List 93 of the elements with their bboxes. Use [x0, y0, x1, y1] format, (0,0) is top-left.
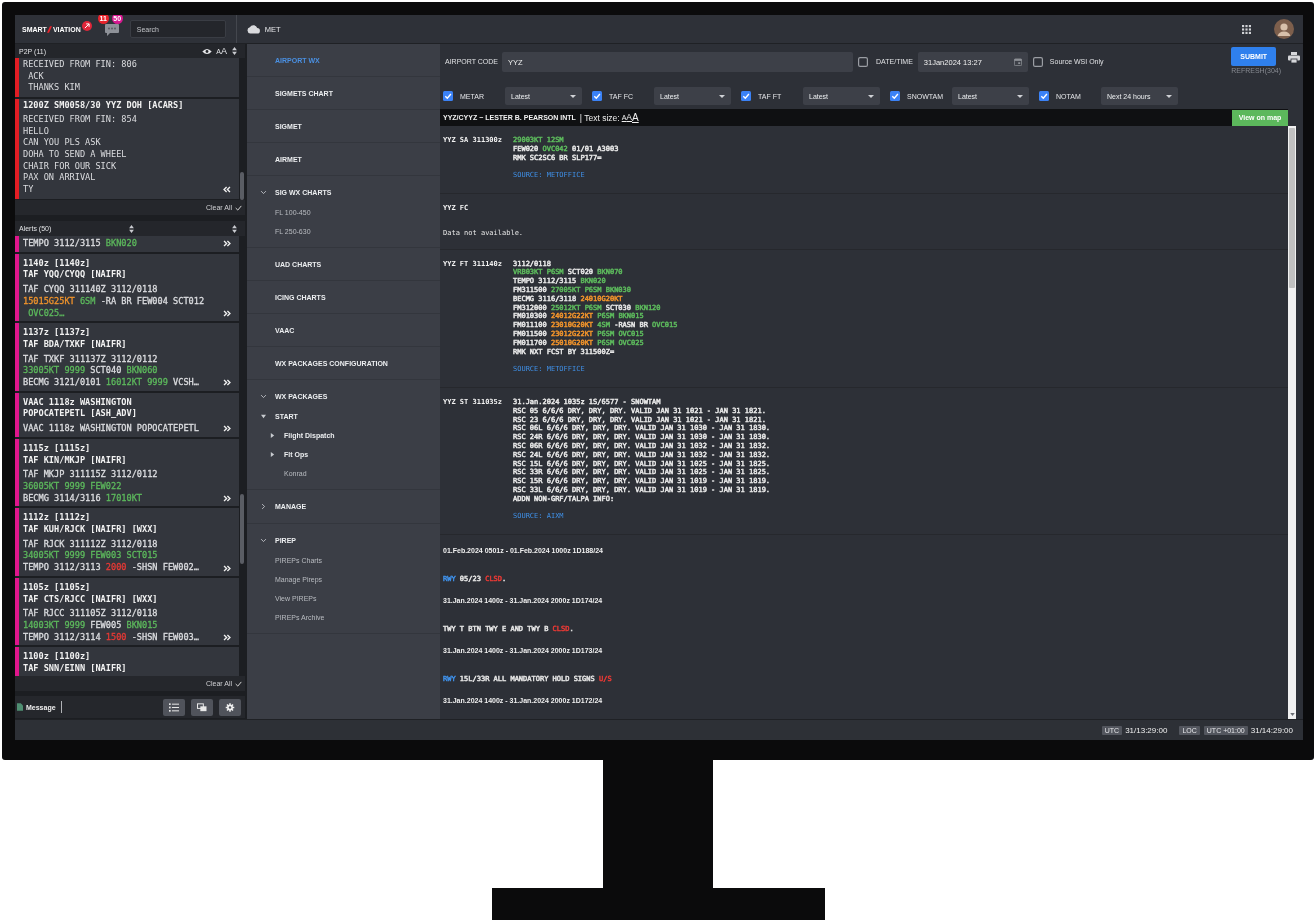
checkbox[interactable] [443, 91, 453, 101]
alert-text: TAF RJCK 311112Z 3112/0118 [23, 538, 159, 551]
message-line: THANKS KIM [27, 82, 81, 95]
avatar-icon[interactable] [1274, 19, 1294, 39]
alert-heading: 1100z [1100z] [23, 651, 92, 664]
double-chevron-right-icon[interactable] [223, 634, 231, 642]
text-size-option[interactable]: A [626, 113, 632, 122]
message-line: ACK [27, 70, 45, 83]
logo-badge-icon [81, 20, 92, 31]
alert-text: 36005KT 9999 FEW022 [23, 480, 123, 493]
alert-text: TEMPO 3112/3115 BKN020 [23, 238, 137, 250]
alert-text: TAF CYQQ 311140Z 3112/0118 [23, 284, 159, 296]
alert-heading: TAF SNN/EINN [NAIFR] [23, 663, 128, 675]
sort-icon[interactable] [232, 47, 237, 55]
stacked-windows-icon [197, 702, 207, 712]
message-line: TY [23, 184, 34, 196]
calendar-icon[interactable] [1013, 58, 1022, 66]
local-time: 31/14:29:00 [1250, 725, 1293, 735]
alert-text: TEMPO 3112/3113 2000 -SHSN FEW002… [23, 562, 199, 574]
alert-text: TEMPO 3112/3114 1500 -SHSN FEW003… [23, 631, 199, 644]
message-line: CHAIR FOR OUR SICK [23, 160, 118, 173]
double-chevron-right-icon[interactable] [223, 564, 231, 572]
checkbox[interactable] [592, 91, 602, 101]
alert-heading: TAF KIN/MKJP [NAIFR] [23, 454, 128, 467]
settings-button[interactable] [219, 698, 241, 716]
alert-heading: VAAC 1118z WASHINGTON [23, 396, 133, 409]
alert-text: 34005KT 9999 FEW003 SCT015 [23, 550, 159, 563]
apps-grid-icon[interactable] [1242, 24, 1251, 34]
list-icon [169, 702, 179, 712]
double-chevron-right-icon[interactable] [223, 495, 231, 502]
alert-heading: TAF BDA/TXKF [NAIFR] [23, 338, 128, 351]
utc-time: 31/13:29:00 [1125, 725, 1168, 735]
document-icon [17, 703, 23, 711]
scrollbar-thumb[interactable] [240, 494, 244, 564]
alert-text: BECMG 3121/0101 16012KT 9999 VCSH… [23, 377, 199, 389]
alert-text: TAF MKJP 311115Z 3112/0112 [23, 469, 159, 481]
scrollbar-thumb[interactable] [240, 172, 244, 200]
alert-heading: TAF CTS/RJCC [NAIFR] [WXX] [23, 593, 159, 606]
print-icon[interactable] [1288, 52, 1300, 63]
check-icon [235, 204, 242, 211]
message-line: RECEIVED FROM FIN: 806 [23, 59, 138, 71]
alert-heading: 1137z [1137z] [23, 327, 92, 339]
alert-heading: TAF YQQ/CYQQ [NAIFR] [23, 269, 128, 282]
alert-heading: TAF KUH/RJCK [NAIFR] [WXX] [23, 524, 159, 536]
double-chevron-right-icon[interactable] [223, 425, 231, 433]
caret-down-icon [570, 94, 576, 98]
caret-down-icon [719, 94, 725, 98]
checkbox[interactable] [741, 91, 751, 101]
alert-text: 14003KT 9999 FEW005 BKN015 [23, 620, 159, 632]
scrollbar-thumb[interactable] [1289, 128, 1295, 288]
message-line: CAN YOU PLS ASK [23, 137, 102, 149]
list-button[interactable] [163, 698, 185, 716]
checkbox[interactable] [890, 91, 900, 101]
double-chevron-right-icon[interactable] [223, 309, 231, 317]
alert-text: 15015G25KT 6SM -RA BR FEW004 SCT012 [23, 295, 206, 308]
message-line: RECEIVED FROM FIN: 854 [23, 113, 138, 126]
alert-heading: 1140z [1140z] [23, 257, 92, 270]
checkbox[interactable] [1039, 91, 1049, 101]
alert-heading: 1112z [1112z] [23, 512, 92, 525]
caret-down-icon [868, 94, 874, 98]
alert-text: 33005KT 9999 SCT040 BKN060 [23, 365, 159, 378]
sort-icon[interactable] [129, 224, 135, 233]
caret-down-icon [1017, 94, 1023, 98]
checkbox[interactable] [858, 57, 869, 67]
double-chevron-right-icon[interactable] [223, 379, 231, 387]
scroll-down-icon[interactable] [1289, 713, 1295, 716]
double-chevron-left-icon[interactable] [223, 186, 231, 194]
alert-text: TAF TXKF 311137Z 3112/0112 [23, 353, 159, 366]
settings-icon [225, 702, 235, 712]
message-line: PAX ON ARRIVAL [23, 172, 97, 185]
cloud-icon [246, 24, 260, 34]
caret-down-icon [1166, 94, 1172, 98]
message-line: HELLO [23, 125, 50, 138]
logo-mark-icon [47, 25, 53, 33]
alert-heading: 1115z [1115z] [23, 442, 92, 455]
alert-heading: POPOCATEPETL [ASH_ADV] [23, 408, 138, 421]
alert-text: BECMG 3114/3116 17010KT [23, 492, 142, 505]
check-icon [235, 680, 242, 687]
message-heading: 1200Z SM0058/30 YYZ DOH [ACARS] [23, 100, 185, 112]
alert-text: VAAC 1118z WASHINGTON POPOCATEPETL [23, 423, 199, 435]
eye-icon[interactable] [202, 47, 213, 55]
alert-text: OVC025… [27, 307, 65, 320]
message-line: DOHA TO SEND A WHEEL [23, 148, 128, 161]
alert-text: TAF RJCC 311105Z 3112/0118 [23, 608, 159, 620]
double-chevron-right-icon[interactable] [223, 240, 231, 248]
chat-icon[interactable] [104, 24, 119, 36]
text-size-label: | Text size: [579, 112, 620, 123]
checkbox[interactable] [1032, 57, 1043, 67]
alert-heading: 1105z [1105z] [23, 581, 92, 594]
sort-icon[interactable] [232, 224, 237, 233]
text-size-option[interactable]: A [632, 112, 639, 123]
windows-button[interactable] [191, 698, 213, 716]
text-size-button[interactable]: AA [216, 45, 227, 57]
